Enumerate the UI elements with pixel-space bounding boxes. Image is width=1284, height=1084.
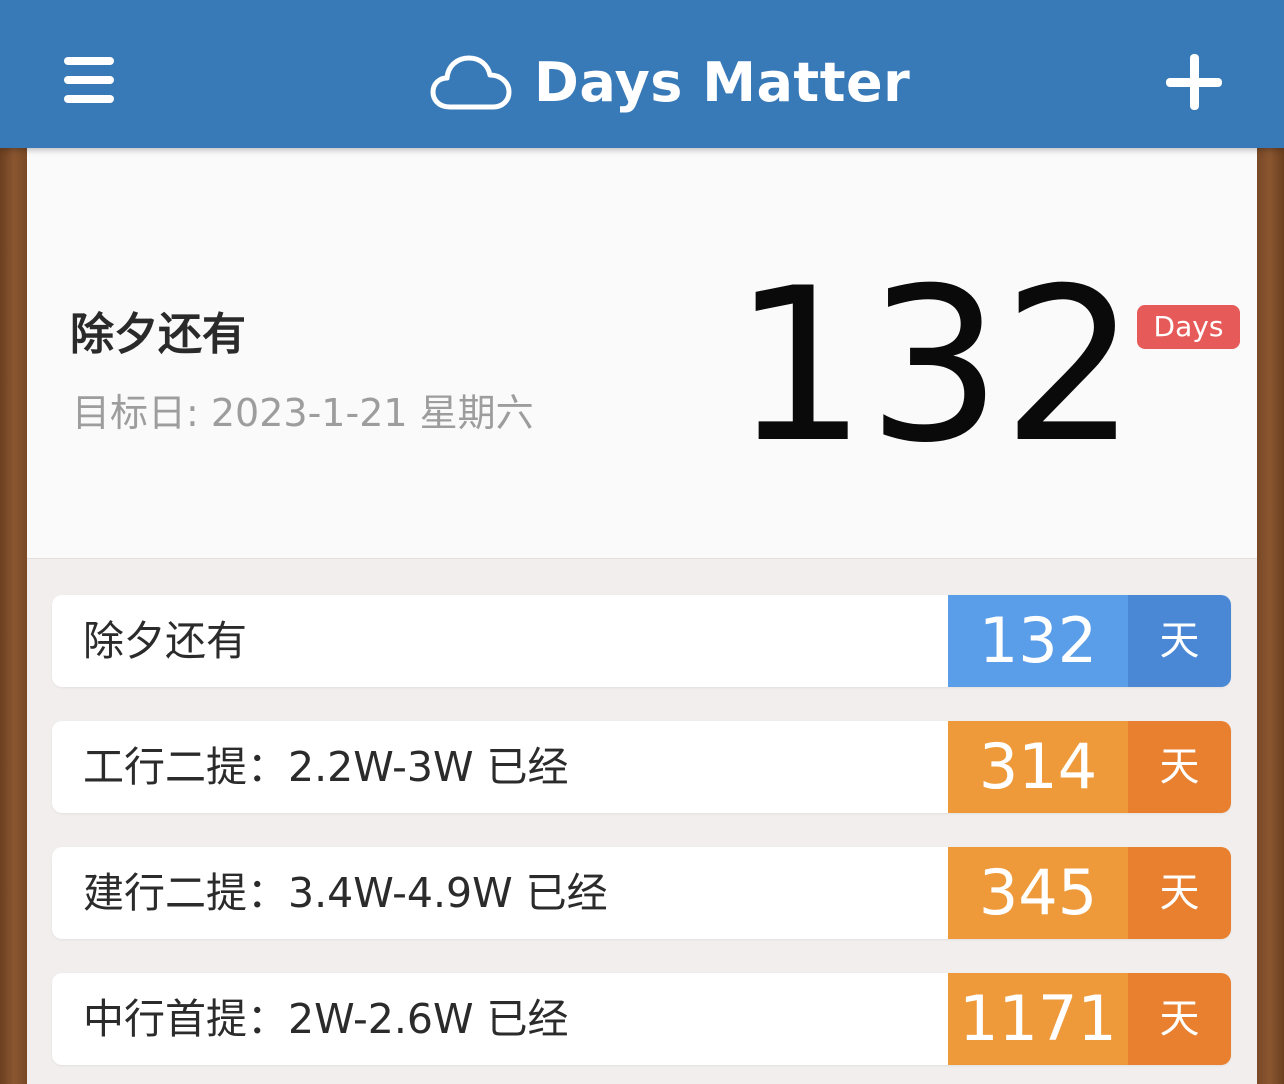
event-label: 中行首提：2W-2.6W 已经 [83, 995, 569, 1043]
menu-icon[interactable] [64, 57, 116, 107]
cloud-icon [430, 55, 512, 110]
event-day-count: 132 [948, 595, 1128, 687]
add-event-button[interactable] [1166, 54, 1222, 110]
event-day-unit: 天 [1128, 847, 1231, 939]
event-day-unit: 天 [1128, 595, 1231, 687]
content-panel: 除夕还有 目标日: 2023-1-21 星期六 132 Days 除夕还有 132… [27, 148, 1257, 1084]
app-title-group: Days Matter [430, 46, 910, 118]
event-row[interactable]: 除夕还有 132 天 [52, 595, 1231, 687]
event-label: 工行二提：2.2W-3W 已经 [83, 743, 569, 791]
event-day-unit: 天 [1128, 973, 1231, 1065]
featured-event-card[interactable]: 除夕还有 目标日: 2023-1-21 星期六 132 Days [27, 148, 1257, 559]
top-nav-bar: Days Matter [0, 0, 1284, 148]
event-row[interactable]: 中行首提：2W-2.6W 已经 1171 天 [52, 973, 1231, 1065]
event-day-count: 314 [948, 721, 1128, 813]
event-label: 建行二提：3.4W-4.9W 已经 [83, 869, 608, 917]
plus-icon-stroke [1190, 54, 1199, 110]
event-label: 除夕还有 [83, 617, 247, 665]
event-row[interactable]: 工行二提：2.2W-3W 已经 314 天 [52, 721, 1231, 813]
featured-event-target-date: 目标日: 2023-1-21 星期六 [72, 391, 534, 435]
event-day-count: 345 [948, 847, 1128, 939]
days-badge: Days [1137, 305, 1240, 349]
event-row[interactable]: 建行二提：3.4W-4.9W 已经 345 天 [52, 847, 1231, 939]
event-day-count: 1171 [948, 973, 1128, 1065]
featured-event-title: 除夕还有 [70, 309, 246, 360]
app-title: Days Matter [534, 50, 911, 114]
event-day-unit: 天 [1128, 721, 1231, 813]
featured-event-count: 132 [732, 242, 1137, 489]
